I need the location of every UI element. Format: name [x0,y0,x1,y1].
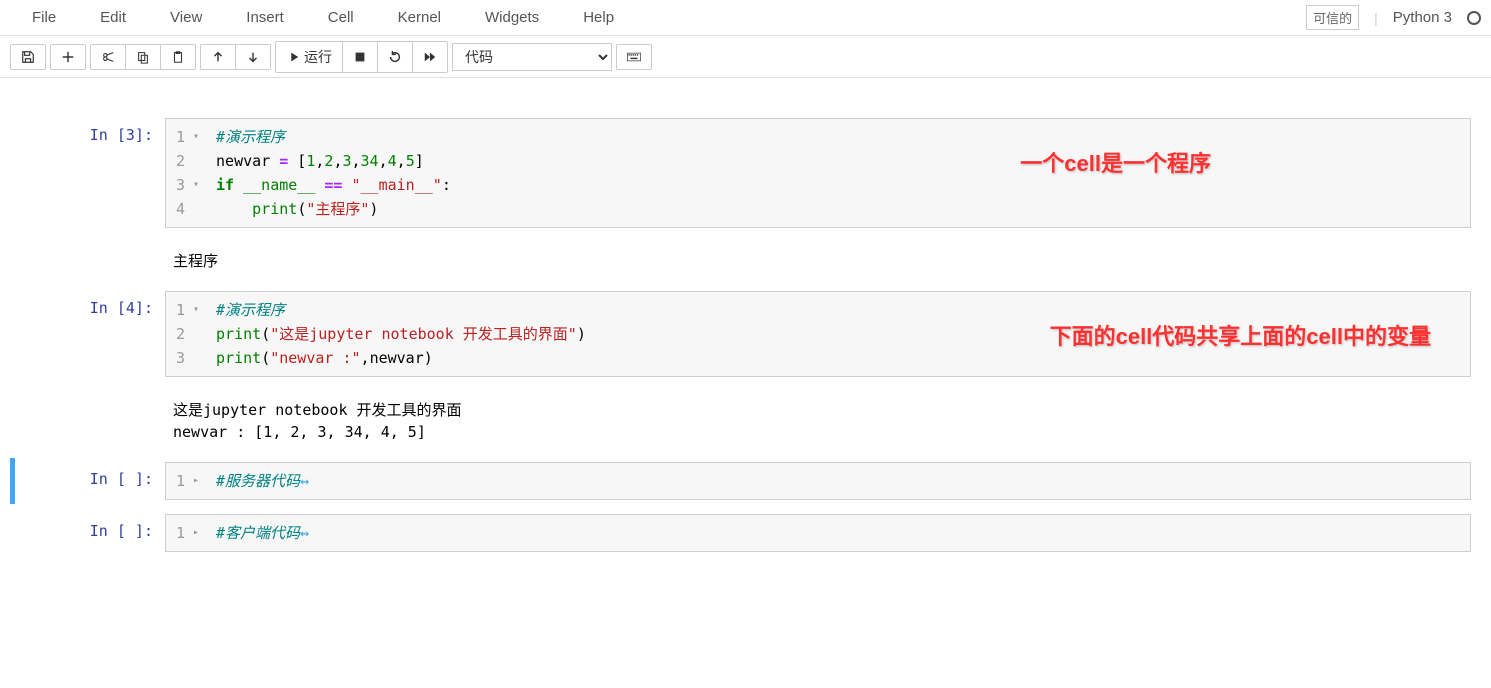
code-editor[interactable]: 1▾23▾4#演示程序newvar = [1,2,3,34,4,5]if __n… [165,118,1471,228]
menu-kernel[interactable]: Kernel [376,1,463,34]
restart-icon [388,50,402,64]
paste-icon [171,50,185,64]
menu-left: File Edit View Insert Cell Kernel Widget… [10,1,636,34]
code-line: #服务器代码↔ [216,469,1460,493]
fold-icon[interactable]: ▸ [189,525,199,541]
save-button[interactable] [11,45,45,69]
code-content[interactable]: #服务器代码↔ [206,463,1470,499]
code-line: #演示程序 [216,125,1460,149]
plus-icon [61,50,75,64]
cell-body: 1▸ #客户端代码↔ [165,514,1471,552]
trusted-badge[interactable]: 可信的 [1306,5,1359,30]
menu-edit[interactable]: Edit [78,1,148,34]
arrow-down-icon [246,50,260,64]
line-gutter: 1▸ [166,463,206,499]
cell-type-select[interactable]: 代码 [452,43,612,71]
keyboard-icon [627,50,641,64]
fold-icon[interactable]: ▾ [189,177,199,193]
notebook-cell[interactable]: In [3]:1▾23▾4#演示程序newvar = [1,2,3,34,4,5… [10,114,1481,232]
fast-forward-icon [423,50,437,64]
code-editor[interactable]: 1▸ #服务器代码↔ [165,462,1471,500]
move-down-button[interactable] [236,45,270,69]
notebook-cell[interactable]: In [ ]:1▸ #客户端代码↔ [10,510,1481,556]
code-line: print("这是jupyter notebook 开发工具的界面") [216,322,1460,346]
code-content[interactable]: #客户端代码↔ [206,515,1470,551]
notebook-cell[interactable]: In [ ]:1▸ #服务器代码↔ [10,458,1481,504]
input-prompt: In [4]: [10,291,165,377]
kernel-indicator-icon [1467,11,1481,25]
input-prompt: In [3]: [10,118,165,228]
output-text: 这是jupyter notebook 开发工具的界面 newvar : [1, … [165,391,1471,448]
input-prompt: In [ ]: [10,462,165,500]
add-cell-button[interactable] [51,45,85,69]
code-line: if __name__ == "__main__": [216,173,1460,197]
menu-help[interactable]: Help [561,1,636,34]
interrupt-button[interactable] [343,42,378,72]
menu-right: 可信的 | Python 3 [1306,5,1481,30]
code-editor[interactable]: 1▸ #客户端代码↔ [165,514,1471,552]
line-gutter: 1▾23▾4 [166,119,206,227]
code-content[interactable]: #演示程序newvar = [1,2,3,34,4,5]if __name__ … [206,119,1470,227]
menu-insert[interactable]: Insert [224,1,306,34]
copy-icon [136,50,150,64]
save-icon [21,50,35,64]
output-prompt [10,242,165,277]
code-line: print("主程序") [216,197,1460,221]
command-palette-button[interactable] [617,45,651,69]
input-prompt: In [ ]: [10,514,165,552]
line-gutter: 1▸ [166,515,206,551]
notebook-container: In [3]:1▾23▾4#演示程序newvar = [1,2,3,34,4,5… [0,78,1491,572]
cell-body: 1▾23#演示程序print("这是jupyter notebook 开发工具的… [165,291,1471,377]
line-gutter: 1▾23 [166,292,206,376]
fold-icon[interactable]: ▸ [189,473,199,489]
move-up-button[interactable] [201,45,236,69]
cell-body: 1▸ #服务器代码↔ [165,462,1471,500]
fold-icon[interactable]: ▾ [189,129,199,145]
fold-icon[interactable]: ▾ [189,302,199,318]
output-row: 这是jupyter notebook 开发工具的界面 newvar : [1, … [10,387,1481,452]
notebook-cell[interactable]: In [4]:1▾23#演示程序print("这是jupyter noteboo… [10,287,1481,381]
code-content[interactable]: #演示程序print("这是jupyter notebook 开发工具的界面")… [206,292,1470,376]
code-line: newvar = [1,2,3,34,4,5] [216,149,1460,173]
code-line: #演示程序 [216,298,1460,322]
menu-widgets[interactable]: Widgets [463,1,561,34]
output-row: 主程序 [10,238,1481,281]
kernel-name[interactable]: Python 3 [1393,9,1452,26]
paste-button[interactable] [161,45,195,69]
restart-button[interactable] [378,42,413,72]
code-line: #客户端代码↔ [216,521,1460,545]
cell-body: 1▾23▾4#演示程序newvar = [1,2,3,34,4,5]if __n… [165,118,1471,228]
run-label: 运行 [304,47,332,67]
menubar: File Edit View Insert Cell Kernel Widget… [0,0,1491,36]
code-editor[interactable]: 1▾23#演示程序print("这是jupyter notebook 开发工具的… [165,291,1471,377]
output-prompt [10,391,165,448]
output-text: 主程序 [165,242,1471,277]
toolbar: 运行 代码 [0,36,1491,78]
code-line: print("newvar :",newvar) [216,346,1460,370]
menu-file[interactable]: File [10,1,78,34]
copy-button[interactable] [126,45,161,69]
scissors-icon [101,50,115,64]
arrow-up-icon [211,50,225,64]
restart-run-all-button[interactable] [413,42,447,72]
menu-view[interactable]: View [148,1,224,34]
menu-cell[interactable]: Cell [306,1,376,34]
cut-button[interactable] [91,45,126,69]
stop-icon [353,50,367,64]
run-icon [286,50,300,64]
run-button[interactable]: 运行 [276,42,343,72]
